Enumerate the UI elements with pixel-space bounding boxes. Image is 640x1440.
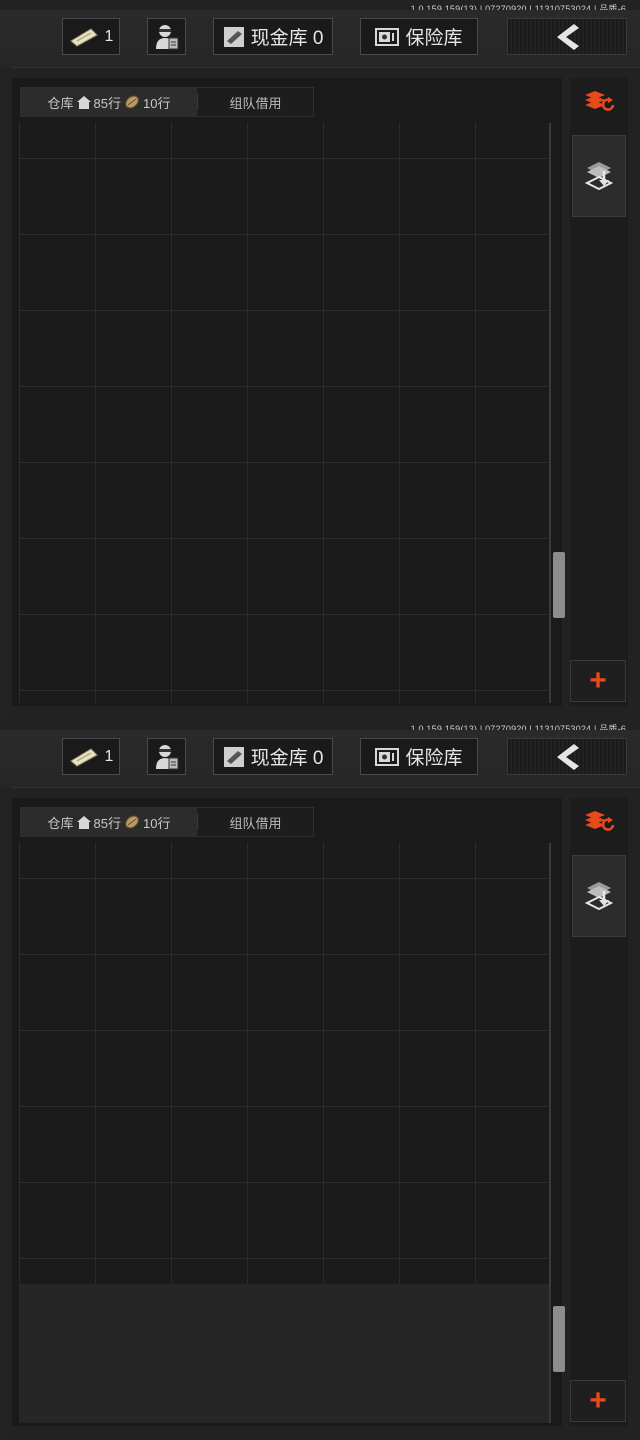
safe-vault-label: 保险库 (405, 748, 463, 769)
inventory-grid[interactable] (19, 123, 549, 703)
storage-tabs: 仓库 85行 10行 组队借用 (20, 807, 314, 837)
cash-vault-label: 现金库 0 (250, 28, 324, 49)
sort-button[interactable] (577, 806, 621, 836)
home-icon (76, 815, 91, 829)
add-button[interactable]: + (570, 1380, 626, 1422)
warehouse-screen: 1.0.159.159(13) | 07270920 | 11310753024… (0, 720, 640, 1440)
ticket-icon (69, 27, 98, 47)
cash-icon (223, 746, 244, 767)
back-chevron-icon (557, 743, 579, 770)
ticket-count: 1 (104, 747, 114, 765)
back-button[interactable] (507, 738, 627, 775)
agent-button[interactable] (147, 18, 186, 55)
add-button[interactable]: + (570, 660, 626, 702)
rows-total: 85行 (93, 815, 121, 831)
safe-vault-button[interactable]: 保险库 (360, 738, 478, 775)
safe-icon (375, 747, 400, 766)
stash-transfer-icon (584, 882, 614, 911)
left-edge (0, 67, 12, 720)
back-chevron-icon (557, 23, 579, 50)
scrollbar-thumb[interactable] (553, 552, 565, 618)
rows-total: 85行 (93, 95, 121, 111)
ticket-button[interactable]: 1 (62, 738, 120, 775)
sort-icon (585, 91, 615, 111)
tab-warehouse[interactable]: 仓库 85行 10行 (21, 88, 197, 116)
sort-button[interactable] (577, 86, 621, 116)
extra-rows-area[interactable] (19, 1284, 549, 1423)
ticket-button[interactable]: 1 (62, 18, 120, 55)
coin-bag-icon (125, 95, 139, 109)
agent-icon (155, 24, 178, 49)
top-bar: 1 现金库 0 保险库 (0, 730, 640, 788)
cash-vault-label: 现金库 0 (250, 748, 324, 769)
stash-transfer-button[interactable] (572, 135, 626, 217)
team-borrow-label: 组队借用 (229, 815, 282, 831)
tab-warehouse[interactable]: 仓库 85行 10行 (21, 808, 197, 836)
ticket-count: 1 (104, 27, 114, 45)
warehouse-label: 仓库 (47, 815, 74, 831)
rows-extra: 10行 (143, 95, 171, 111)
storage-tabs: 仓库 85行 10行 组队借用 (20, 87, 314, 117)
cash-vault-button[interactable]: 现金库 0 (213, 738, 333, 775)
agent-icon (155, 744, 178, 769)
stash-transfer-icon (584, 162, 614, 191)
inventory-grid[interactable] (19, 843, 549, 1423)
scrollbar-track[interactable] (549, 123, 551, 703)
ticket-icon (69, 747, 98, 767)
scrollbar-track[interactable] (549, 843, 551, 1423)
tab-team-borrow[interactable]: 组队借用 (198, 88, 313, 116)
safe-vault-button[interactable]: 保险库 (360, 18, 478, 55)
sort-icon (585, 811, 615, 831)
warehouse-label: 仓库 (47, 95, 74, 111)
safe-vault-label: 保险库 (405, 28, 463, 49)
coin-bag-icon (125, 815, 139, 829)
cash-vault-button[interactable]: 现金库 0 (213, 18, 333, 55)
rows-extra: 10行 (143, 815, 171, 831)
top-bar: 1 现金库 0 保险库 (0, 10, 640, 68)
scrollbar-thumb[interactable] (553, 1306, 565, 1372)
agent-button[interactable] (147, 738, 186, 775)
home-icon (76, 95, 91, 109)
stash-transfer-button[interactable] (572, 855, 626, 937)
cash-icon (223, 26, 244, 47)
team-borrow-label: 组队借用 (229, 95, 282, 111)
warehouse-screen: 1.0.159.159(13) | 07270920 | 11310753024… (0, 0, 640, 720)
left-edge (0, 787, 12, 1440)
tab-team-borrow[interactable]: 组队借用 (198, 808, 313, 836)
back-button[interactable] (507, 18, 627, 55)
safe-icon (375, 27, 400, 46)
